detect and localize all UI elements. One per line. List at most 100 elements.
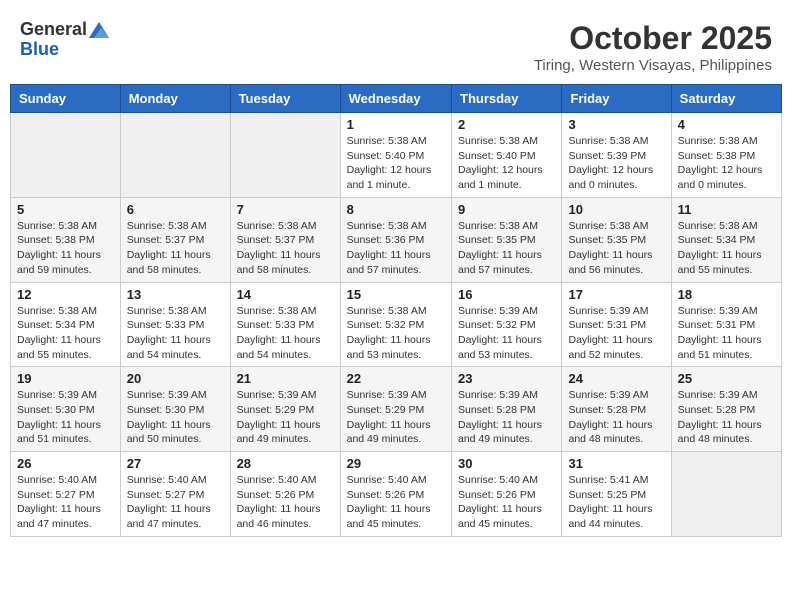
day-info: Sunrise: 5:38 AM Sunset: 5:34 PM Dayligh…	[17, 304, 114, 363]
day-info: Sunrise: 5:38 AM Sunset: 5:40 PM Dayligh…	[347, 134, 445, 193]
weekday-header-friday: Friday	[562, 85, 671, 113]
calendar-cell: 13 Sunrise: 5:38 AM Sunset: 5:33 PM Dayli…	[120, 282, 230, 367]
day-number: 1	[347, 117, 445, 132]
calendar-cell: 5 Sunrise: 5:38 AM Sunset: 5:38 PM Daylig…	[11, 197, 121, 282]
weekday-header-row: SundayMondayTuesdayWednesdayThursdayFrid…	[11, 85, 782, 113]
day-info: Sunrise: 5:39 AM Sunset: 5:28 PM Dayligh…	[458, 388, 555, 447]
calendar-cell: 29 Sunrise: 5:40 AM Sunset: 5:26 PM Dayli…	[340, 452, 451, 537]
day-number: 24	[568, 371, 664, 386]
day-number: 22	[347, 371, 445, 386]
day-info: Sunrise: 5:41 AM Sunset: 5:25 PM Dayligh…	[568, 473, 664, 532]
week-row-3: 12 Sunrise: 5:38 AM Sunset: 5:34 PM Dayli…	[11, 282, 782, 367]
calendar-cell	[120, 113, 230, 198]
calendar-cell: 17 Sunrise: 5:39 AM Sunset: 5:31 PM Dayli…	[562, 282, 671, 367]
day-info: Sunrise: 5:38 AM Sunset: 5:39 PM Dayligh…	[568, 134, 664, 193]
day-info: Sunrise: 5:39 AM Sunset: 5:31 PM Dayligh…	[568, 304, 664, 363]
location: Tiring, Western Visayas, Philippines	[534, 57, 772, 74]
week-row-4: 19Sunrise: 5:39 AM Sunset: 5:30 PM Dayli…	[11, 367, 782, 452]
day-info: Sunrise: 5:39 AM Sunset: 5:28 PM Dayligh…	[678, 388, 775, 447]
day-number: 9	[458, 202, 555, 217]
calendar-cell: 19Sunrise: 5:39 AM Sunset: 5:30 PM Dayli…	[11, 367, 121, 452]
calendar-cell	[11, 113, 121, 198]
day-number: 3	[568, 117, 664, 132]
logo-blue: Blue	[20, 40, 59, 60]
day-number: 8	[347, 202, 445, 217]
month-title: October 2025	[534, 20, 772, 57]
day-number: 15	[347, 287, 445, 302]
day-info: Sunrise: 5:40 AM Sunset: 5:26 PM Dayligh…	[458, 473, 555, 532]
week-row-5: 26 Sunrise: 5:40 AM Sunset: 5:27 PM Dayli…	[11, 452, 782, 537]
calendar-cell: 1 Sunrise: 5:38 AM Sunset: 5:40 PM Daylig…	[340, 113, 451, 198]
day-info: Sunrise: 5:38 AM Sunset: 5:34 PM Dayligh…	[678, 219, 775, 278]
calendar-cell: 18 Sunrise: 5:39 AM Sunset: 5:31 PM Dayli…	[671, 282, 781, 367]
day-info: Sunrise: 5:38 AM Sunset: 5:38 PM Dayligh…	[17, 219, 114, 278]
logo: General Blue	[20, 20, 111, 60]
day-number: 20	[127, 371, 224, 386]
day-number: 17	[568, 287, 664, 302]
day-number: 21	[237, 371, 334, 386]
day-info: Sunrise: 5:39 AM Sunset: 5:32 PM Dayligh…	[458, 304, 555, 363]
day-number: 6	[127, 202, 224, 217]
weekday-header-sunday: Sunday	[11, 85, 121, 113]
day-info: Sunrise: 5:40 AM Sunset: 5:26 PM Dayligh…	[237, 473, 334, 532]
calendar-cell: 16 Sunrise: 5:39 AM Sunset: 5:32 PM Dayli…	[452, 282, 562, 367]
calendar-cell: 10 Sunrise: 5:38 AM Sunset: 5:35 PM Dayli…	[562, 197, 671, 282]
calendar-cell: 2 Sunrise: 5:38 AM Sunset: 5:40 PM Daylig…	[452, 113, 562, 198]
calendar-cell: 3 Sunrise: 5:38 AM Sunset: 5:39 PM Daylig…	[562, 113, 671, 198]
day-info: Sunrise: 5:38 AM Sunset: 5:36 PM Dayligh…	[347, 219, 445, 278]
day-number: 14	[237, 287, 334, 302]
day-number: 29	[347, 456, 445, 471]
day-info: Sunrise: 5:39 AM Sunset: 5:30 PM Dayligh…	[17, 388, 114, 447]
day-info: Sunrise: 5:38 AM Sunset: 5:33 PM Dayligh…	[127, 304, 224, 363]
calendar-cell: 9Sunrise: 5:38 AM Sunset: 5:35 PM Daylig…	[452, 197, 562, 282]
day-number: 23	[458, 371, 555, 386]
calendar-cell: 30 Sunrise: 5:40 AM Sunset: 5:26 PM Dayli…	[452, 452, 562, 537]
day-info: Sunrise: 5:38 AM Sunset: 5:33 PM Dayligh…	[237, 304, 334, 363]
day-number: 16	[458, 287, 555, 302]
calendar-cell: 4 Sunrise: 5:38 AM Sunset: 5:38 PM Daylig…	[671, 113, 781, 198]
week-row-2: 5 Sunrise: 5:38 AM Sunset: 5:38 PM Daylig…	[11, 197, 782, 282]
calendar-cell: 11 Sunrise: 5:38 AM Sunset: 5:34 PM Dayli…	[671, 197, 781, 282]
calendar-cell: 31Sunrise: 5:41 AM Sunset: 5:25 PM Dayli…	[562, 452, 671, 537]
day-number: 27	[127, 456, 224, 471]
calendar-cell	[230, 113, 340, 198]
calendar-cell: 27 Sunrise: 5:40 AM Sunset: 5:27 PM Dayli…	[120, 452, 230, 537]
day-number: 30	[458, 456, 555, 471]
calendar-cell: 15 Sunrise: 5:38 AM Sunset: 5:32 PM Dayli…	[340, 282, 451, 367]
calendar-cell: 22Sunrise: 5:39 AM Sunset: 5:29 PM Dayli…	[340, 367, 451, 452]
title-section: October 2025 Tiring, Western Visayas, Ph…	[534, 20, 772, 74]
day-number: 26	[17, 456, 114, 471]
day-number: 10	[568, 202, 664, 217]
weekday-header-saturday: Saturday	[671, 85, 781, 113]
day-info: Sunrise: 5:40 AM Sunset: 5:27 PM Dayligh…	[127, 473, 224, 532]
weekday-header-tuesday: Tuesday	[230, 85, 340, 113]
day-info: Sunrise: 5:38 AM Sunset: 5:38 PM Dayligh…	[678, 134, 775, 193]
day-number: 25	[678, 371, 775, 386]
day-number: 2	[458, 117, 555, 132]
day-info: Sunrise: 5:38 AM Sunset: 5:37 PM Dayligh…	[237, 219, 334, 278]
day-info: Sunrise: 5:40 AM Sunset: 5:26 PM Dayligh…	[347, 473, 445, 532]
calendar-cell	[671, 452, 781, 537]
day-info: Sunrise: 5:39 AM Sunset: 5:31 PM Dayligh…	[678, 304, 775, 363]
day-info: Sunrise: 5:38 AM Sunset: 5:32 PM Dayligh…	[347, 304, 445, 363]
calendar-cell: 14 Sunrise: 5:38 AM Sunset: 5:33 PM Dayli…	[230, 282, 340, 367]
calendar-cell: 20 Sunrise: 5:39 AM Sunset: 5:30 PM Dayli…	[120, 367, 230, 452]
day-number: 11	[678, 202, 775, 217]
day-number: 13	[127, 287, 224, 302]
day-info: Sunrise: 5:38 AM Sunset: 5:35 PM Dayligh…	[568, 219, 664, 278]
day-number: 18	[678, 287, 775, 302]
day-info: Sunrise: 5:38 AM Sunset: 5:40 PM Dayligh…	[458, 134, 555, 193]
calendar-cell: 12 Sunrise: 5:38 AM Sunset: 5:34 PM Dayli…	[11, 282, 121, 367]
logo-general: General	[20, 20, 87, 40]
calendar-cell: 28Sunrise: 5:40 AM Sunset: 5:26 PM Dayli…	[230, 452, 340, 537]
day-number: 4	[678, 117, 775, 132]
day-number: 12	[17, 287, 114, 302]
day-number: 7	[237, 202, 334, 217]
weekday-header-wednesday: Wednesday	[340, 85, 451, 113]
calendar-cell: 8 Sunrise: 5:38 AM Sunset: 5:36 PM Daylig…	[340, 197, 451, 282]
day-info: Sunrise: 5:39 AM Sunset: 5:30 PM Dayligh…	[127, 388, 224, 447]
day-info: Sunrise: 5:38 AM Sunset: 5:37 PM Dayligh…	[127, 219, 224, 278]
day-info: Sunrise: 5:40 AM Sunset: 5:27 PM Dayligh…	[17, 473, 114, 532]
day-number: 5	[17, 202, 114, 217]
calendar-cell: 24Sunrise: 5:39 AM Sunset: 5:28 PM Dayli…	[562, 367, 671, 452]
